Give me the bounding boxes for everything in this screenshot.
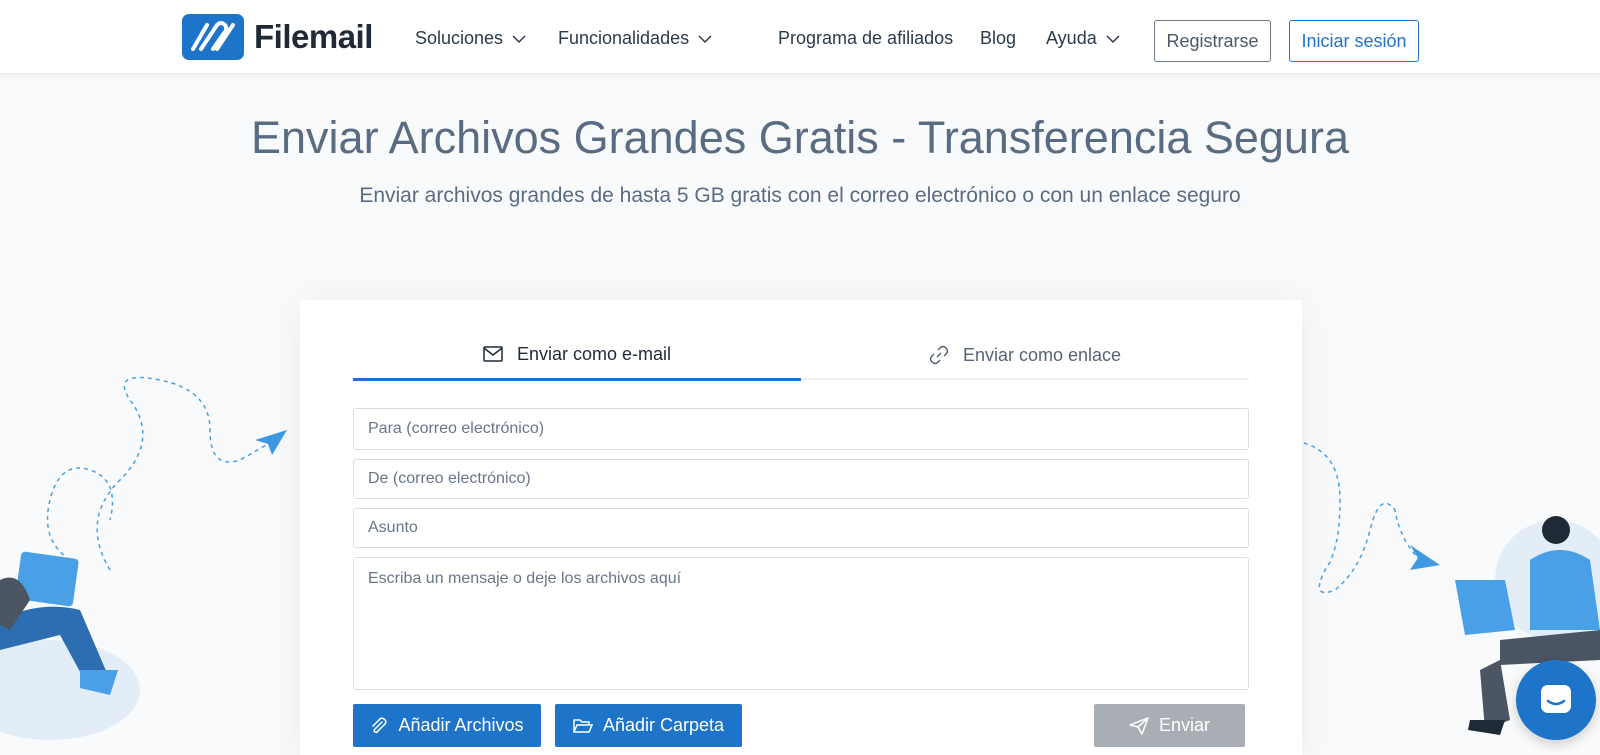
brand-name: Filemail <box>254 18 373 55</box>
send-form-card: Enviar como e-mail Enviar como enlace Añ… <box>300 300 1302 755</box>
tab-send-as-email[interactable]: Enviar como e-mail <box>353 330 801 381</box>
nav-blog[interactable]: Blog <box>980 28 1016 49</box>
message-textarea[interactable] <box>353 557 1249 690</box>
chat-widget-button[interactable] <box>1516 660 1596 740</box>
add-folder-button[interactable]: Añadir Carpeta <box>555 704 742 747</box>
link-icon <box>929 345 949 365</box>
paperclip-logo-icon <box>182 14 244 60</box>
send-button[interactable]: Enviar <box>1094 704 1245 747</box>
paperclip-icon <box>372 716 388 733</box>
tab-send-as-link[interactable]: Enviar como enlace <box>801 330 1249 380</box>
folder-open-icon <box>572 718 593 733</box>
nav-programa-afiliados[interactable]: Programa de afiliados <box>778 28 953 49</box>
tab-label: Enviar como e-mail <box>516 343 672 364</box>
add-files-button[interactable]: Añadir Archivos <box>353 704 541 747</box>
page-title: Enviar Archivos Grandes Gratis - Transfe… <box>251 112 1349 163</box>
chevron-down-icon <box>698 34 712 43</box>
nav-funcionalidades[interactable]: Funcionalidades <box>558 28 713 49</box>
send-mode-tabs: Enviar como e-mail Enviar como enlace <box>353 330 1249 381</box>
nav-label: Blog <box>980 28 1017 48</box>
paper-plane-icon <box>1129 716 1149 735</box>
filemail-logo[interactable]: Filemail <box>182 14 373 60</box>
chevron-down-icon <box>512 34 526 43</box>
from-email-field[interactable] <box>353 459 1249 499</box>
nav-label: Soluciones <box>415 28 504 48</box>
envelope-icon <box>483 346 503 362</box>
paper-plane-icon <box>1410 545 1440 570</box>
tab-label: Enviar como enlace <box>962 344 1122 365</box>
nav-label: Programa de afiliados <box>778 28 954 48</box>
chat-icon <box>1541 685 1571 713</box>
nav-label: Ayuda <box>1046 28 1097 48</box>
register-button[interactable]: Registrarse <box>1154 20 1271 62</box>
person-with-laptop-illustration <box>0 376 287 740</box>
nav-ayuda[interactable]: Ayuda <box>1046 28 1121 49</box>
to-email-field[interactable] <box>353 408 1249 450</box>
button-label: Añadir Archivos <box>398 715 524 735</box>
chevron-down-icon <box>1106 34 1120 43</box>
button-label: Enviar <box>1158 715 1211 735</box>
paper-plane-icon <box>255 430 287 455</box>
login-button[interactable]: Iniciar sesión <box>1289 20 1419 62</box>
page-subtitle: Enviar archivos grandes de hasta 5 GB gr… <box>359 184 1241 207</box>
site-header: Filemail Soluciones Funcionalidades Prog… <box>0 0 1600 74</box>
nav-label: Funcionalidades <box>558 28 690 48</box>
button-label: Añadir Carpeta <box>602 715 725 735</box>
subject-field[interactable] <box>353 508 1249 548</box>
nav-soluciones[interactable]: Soluciones <box>415 28 527 49</box>
